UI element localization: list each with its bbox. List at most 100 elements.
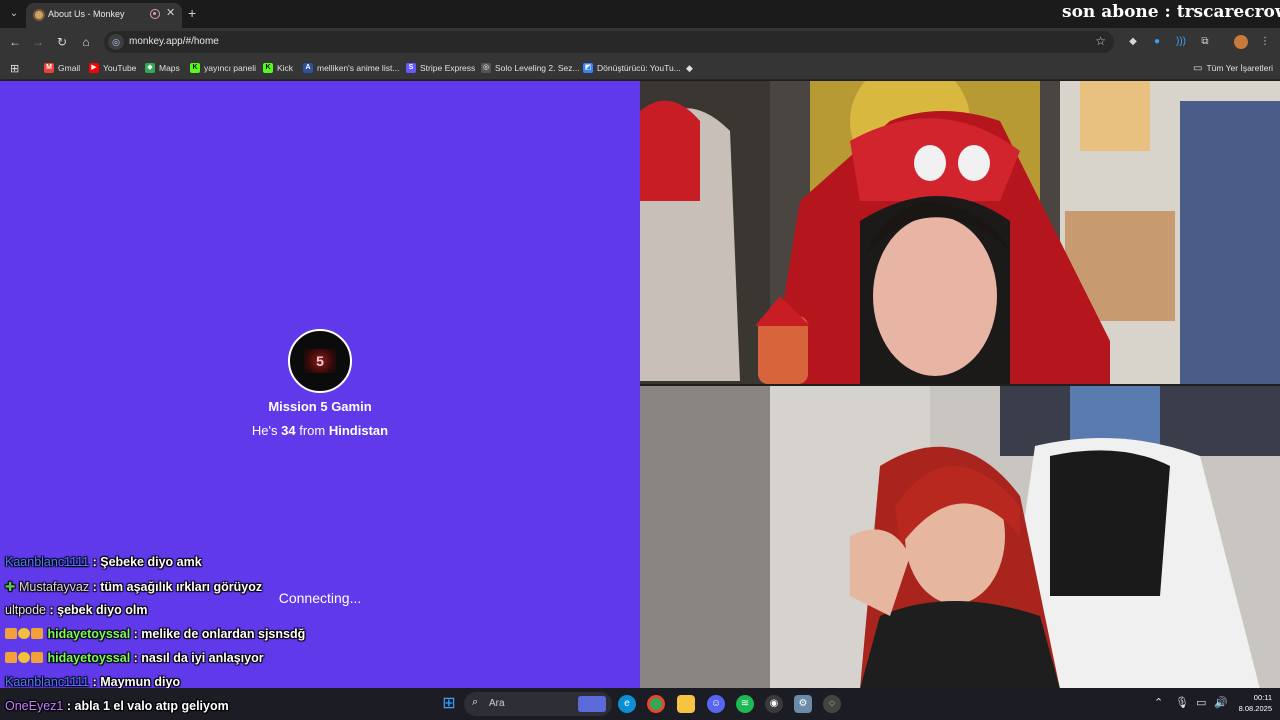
tab-close-icon[interactable]: ✕ (166, 6, 175, 19)
chat-text: : abla 1 el valo atıp geliyom (66, 699, 229, 713)
search-placeholder: Ara (489, 698, 505, 709)
volume-icon[interactable]: 🔊 (1214, 696, 1228, 709)
coin-badge-icon (18, 628, 30, 639)
apps-grid-icon[interactable]: ⊞ (10, 60, 19, 76)
new-tab-button[interactable]: + (188, 5, 196, 21)
crown-badge-icon (31, 628, 43, 639)
all-bookmarks-label: Tüm Yer İşaretleri (1206, 63, 1274, 73)
bookmark-label: Stripe Express (420, 63, 476, 73)
tab-title: About Us - Monkey (48, 9, 125, 19)
bookmark-gmail[interactable]: M Gmail (44, 60, 80, 76)
chat-username: Kaanblanc1111 (5, 675, 90, 689)
spotify-icon[interactable]: ≋ (736, 695, 754, 713)
bookmark-youtube[interactable]: ▶ YouTube (89, 60, 136, 76)
url-text[interactable]: monkey.app/#/home (129, 36, 219, 47)
chat-username: ultpode (5, 603, 47, 617)
gift-badge-icon (5, 628, 17, 639)
bookmark-anime-list[interactable]: Amelliken's anime list... (303, 60, 399, 76)
bookmark-maps[interactable]: ◆ Maps (145, 60, 180, 76)
bookmark-label: YouTube (103, 63, 137, 73)
forward-arrow-icon[interactable]: → (30, 34, 46, 50)
clock-date: 8.08.2025 (1238, 704, 1272, 713)
edge-icon[interactable]: e (618, 695, 636, 713)
profile-avatar[interactable]: 5 (288, 329, 352, 393)
reload-icon[interactable]: ↻ (54, 34, 70, 50)
age-prefix: He's (251, 423, 278, 438)
search-icon: ⌕ (472, 696, 479, 708)
home-icon[interactable]: ⌂ (78, 34, 94, 50)
folder-icon: ▭ (1193, 62, 1203, 74)
extension-cast-icon[interactable]: ))) (1174, 35, 1188, 49)
clock-time: 00:11 (1253, 693, 1272, 702)
globe-icon: ◎ (481, 63, 491, 73)
webcam-scene-bottom (640, 386, 1280, 689)
chat-username: Kaanblanc1111 (5, 555, 90, 569)
back-arrow-icon[interactable]: ← (7, 34, 23, 50)
webcam-video-top (640, 81, 1280, 384)
app-settings-icon[interactable]: ⚙ (794, 695, 812, 713)
profile-avatar[interactable] (1234, 35, 1248, 49)
bookmark-stripe-express[interactable]: S Stripe Express (406, 60, 475, 76)
profile-subtitle: He's 34 from Hindistan (0, 423, 640, 438)
address-bar[interactable]: ◎ monkey.app/#/home ☆ (104, 31, 1114, 53)
plus-badge-icon: ✚ (5, 580, 16, 594)
bookmark-label: Dönüştürücü: YouTu... (597, 63, 681, 73)
tab-strip: ⌄ About Us - Monkey ✕ + son abone : trsc… (0, 0, 1280, 28)
taskbar-search[interactable]: ⌕ Ara (464, 692, 612, 716)
extension-blue-icon[interactable]: ● (1150, 35, 1164, 49)
tray-chevron-icon[interactable]: ⌃ (1154, 696, 1163, 709)
coin-badge-icon (18, 652, 30, 663)
stream-overlay-text: son abone : trscarecrow (1062, 2, 1280, 22)
maps-icon: ◆ (145, 63, 155, 73)
chat-text: : şebek diyo olm (49, 603, 148, 617)
chat-text: : Maymun diyo (92, 675, 181, 689)
bookmark-converter[interactable]: ◩ Dönüştürücü: YouTu... (583, 60, 681, 76)
gift-badge-icon (5, 652, 17, 663)
microphone-icon[interactable]: 🎙 (1175, 696, 1189, 709)
chat-username: Mustafayvaz (18, 580, 90, 594)
tab-search-icon[interactable]: ⌄ (4, 4, 24, 24)
bookmark-star-icon[interactable]: ☆ (1095, 34, 1106, 48)
bookmark-label: Kick (277, 63, 294, 73)
network-icon[interactable]: ▭ (1196, 696, 1206, 709)
site-info-icon[interactable]: ◎ (108, 34, 124, 50)
chat-text: : melike de onlardan sjsnsdğ (133, 627, 306, 641)
browser-tab[interactable]: About Us - Monkey ✕ (26, 3, 182, 28)
bookmark-yayinci-paneli[interactable]: Kyayıncı paneli (190, 60, 256, 76)
webcam-scene-top (640, 81, 1280, 384)
obs-icon[interactable]: ◌ (823, 695, 841, 713)
bookmark-kick[interactable]: K Kick (263, 60, 293, 76)
chat-message: Kaanblanc1111 : Şebeke diyo amk (5, 555, 202, 569)
windows-start-icon[interactable]: ⊞ (440, 695, 458, 713)
chat-message: hidayetoyssal : nasıl da iyi anlaşıyor (5, 651, 264, 665)
chat-text: : tüm aşağılık ırkları görüyoz (92, 580, 263, 594)
stripe-icon: S (406, 63, 416, 73)
crown-badge-icon (31, 652, 43, 663)
bookmark-extra-icon[interactable]: ◆ (686, 60, 693, 76)
chat-message: ✚ Mustafayvaz : tüm aşağılık ırkları gör… (5, 579, 262, 594)
bookmark-label: Maps (159, 63, 180, 73)
browser-menu-icon[interactable]: ⋮ (1258, 35, 1272, 49)
extension-diamond-icon[interactable]: ◆ (1126, 35, 1140, 49)
chat-message: ultpode : şebek diyo olm (5, 603, 147, 617)
anilist-icon: A (303, 63, 313, 73)
chat-text: : nasıl da iyi anlaşıyor (133, 651, 264, 665)
chat-username: hidayetoyssal (47, 627, 131, 641)
extensions-puzzle-icon[interactable]: ⧉ (1198, 35, 1212, 49)
discord-icon[interactable]: ☺ (707, 695, 725, 713)
all-bookmarks-folder[interactable]: ▭ Tüm Yer İşaretleri (1193, 60, 1273, 76)
webcam-video-bottom (640, 386, 1280, 689)
app-dark-icon[interactable]: ◉ (765, 695, 783, 713)
taskbar-clock[interactable]: 00:11 8.08.2025 (1232, 692, 1272, 714)
file-explorer-icon[interactable] (677, 695, 695, 713)
chat-message: hidayetoyssal : melike de onlardan sjsns… (5, 627, 305, 641)
navigation-bar: ← → ↻ ⌂ ◎ monkey.app/#/home ☆ ◆ ● ))) ⧉ … (0, 28, 1280, 56)
kick-icon: K (190, 63, 200, 73)
kick-icon: K (263, 63, 273, 73)
profile-name: Mission 5 Gamin (268, 399, 372, 414)
converter-icon: ◩ (583, 63, 593, 73)
bookmark-label: Gmail (58, 63, 81, 73)
chrome-icon[interactable] (647, 695, 665, 713)
bookmark-solo-leveling[interactable]: ◎ Solo Leveling 2. Sez... (481, 60, 580, 76)
search-highlight-icon (578, 696, 606, 712)
